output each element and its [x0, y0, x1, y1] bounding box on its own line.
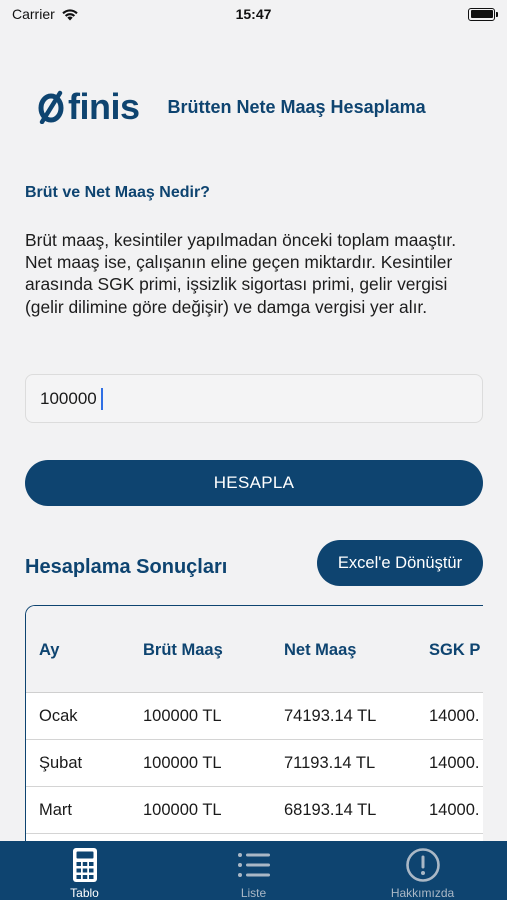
app-header: finis Brütten Nete Maaş Hesaplama: [36, 80, 476, 134]
table-row: Mart 100000 TL 68193.14 TL 14000.: [26, 787, 483, 834]
app-title: Brütten Nete Maaş Hesaplama: [167, 96, 426, 117]
info-icon: [405, 848, 440, 882]
gross-salary-input[interactable]: [25, 374, 483, 423]
logo-mark-icon: [38, 90, 64, 124]
export-excel-button[interactable]: Excel'e Dönüştür: [317, 540, 483, 586]
calculate-button[interactable]: HESAPLA: [25, 460, 483, 506]
cell-month: Ocak: [39, 707, 78, 725]
tab-liste[interactable]: Liste: [169, 841, 338, 900]
tab-label: Liste: [240, 886, 267, 900]
tab-label: Hakkımızda: [390, 886, 455, 900]
column-header-gross: Brüt Maaş: [143, 641, 223, 659]
cell-net: 68193.14 TL: [284, 801, 377, 819]
list-icon: [237, 853, 270, 877]
cell-month: Mart: [39, 801, 72, 819]
column-header-month: Ay: [39, 641, 60, 659]
cell-sgk: 14000.: [429, 754, 480, 772]
tab-bar: Tablo Liste Hakkımızda: [0, 841, 507, 900]
tab-hakkimizda[interactable]: Hakkımızda: [338, 841, 507, 900]
results-title: Hesaplama Sonuçları: [25, 556, 228, 578]
cell-gross: 100000 TL: [143, 801, 222, 819]
table-row: Şubat 100000 TL 71193.14 TL 14000.: [26, 740, 483, 787]
table-header: Ay Brüt Maaş Net Maaş SGK P: [26, 606, 483, 693]
cell-net: 71193.14 TL: [284, 754, 376, 772]
info-description: Brüt maaş, kesintiler yapılmadan önceki …: [25, 230, 457, 317]
cell-sgk: 14000.: [429, 801, 480, 819]
text-cursor: [101, 388, 103, 410]
cell-net: 74193.14 TL: [284, 707, 377, 725]
status-bar: Carrier 15:47: [0, 0, 507, 28]
info-heading: Brüt ve Net Maaş Nedir?: [25, 184, 210, 201]
table-row: Ocak 100000 TL 74193.14 TL 14000.: [26, 693, 483, 740]
cell-gross: 100000 TL: [143, 707, 222, 725]
results-table[interactable]: Ay Brüt Maaş Net Maaş SGK P Ocak 100000 …: [25, 605, 483, 845]
cell-month: Şubat: [39, 754, 83, 772]
finis-logo: finis: [36, 80, 140, 134]
column-header-sgk: SGK P: [429, 641, 481, 659]
tab-label: Tablo: [70, 886, 99, 900]
cell-gross: 100000 TL: [143, 754, 222, 772]
cell-sgk: 14000.: [429, 707, 480, 725]
tab-tablo[interactable]: Tablo: [0, 841, 169, 900]
status-left: Carrier: [12, 6, 79, 22]
column-header-net: Net Maaş: [284, 641, 357, 659]
wifi-icon: [62, 8, 78, 20]
calculator-icon: [72, 848, 97, 882]
carrier-label: Carrier: [12, 6, 55, 22]
logo-text: finis: [68, 86, 140, 127]
battery-icon: [468, 7, 498, 21]
